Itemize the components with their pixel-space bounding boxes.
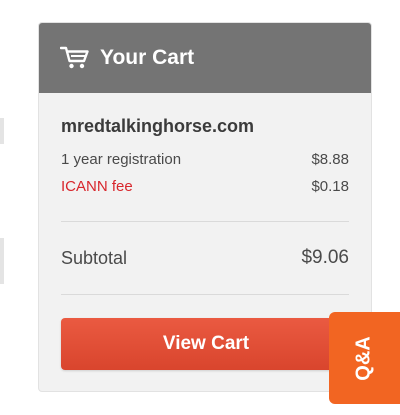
left-edge-divider xyxy=(0,118,4,144)
icann-fee-row: ICANN fee $0.18 xyxy=(61,173,349,200)
divider xyxy=(61,294,349,295)
cart-body: mredtalkinghorse.com 1 year registration… xyxy=(39,93,371,295)
subtotal-row: Subtotal $9.06 xyxy=(61,222,349,294)
qa-tab-button[interactable]: Q&A xyxy=(329,312,400,404)
subtotal-label: Subtotal xyxy=(61,247,128,268)
icann-fee-label: ICANN fee xyxy=(61,178,133,195)
view-cart-button[interactable]: View Cart xyxy=(61,318,351,370)
cart-panel: Your Cart mredtalkinghorse.com 1 year re… xyxy=(38,22,372,392)
page: Your Cart mredtalkinghorse.com 1 year re… xyxy=(0,0,400,415)
registration-label: 1 year registration xyxy=(61,151,182,168)
qa-tab-label: Q&A xyxy=(352,335,375,381)
cart-title: Your Cart xyxy=(100,46,195,69)
shopping-cart-icon xyxy=(60,45,92,71)
cart-header: Your Cart xyxy=(39,23,371,93)
cart-item-domain: mredtalkinghorse.com xyxy=(61,116,255,136)
icann-fee-price: $0.18 xyxy=(311,178,349,195)
registration-price: $8.88 xyxy=(311,151,349,168)
registration-row: 1 year registration $8.88 xyxy=(61,146,349,173)
subtotal-amount: $9.06 xyxy=(301,247,349,268)
left-edge-divider xyxy=(0,238,4,284)
